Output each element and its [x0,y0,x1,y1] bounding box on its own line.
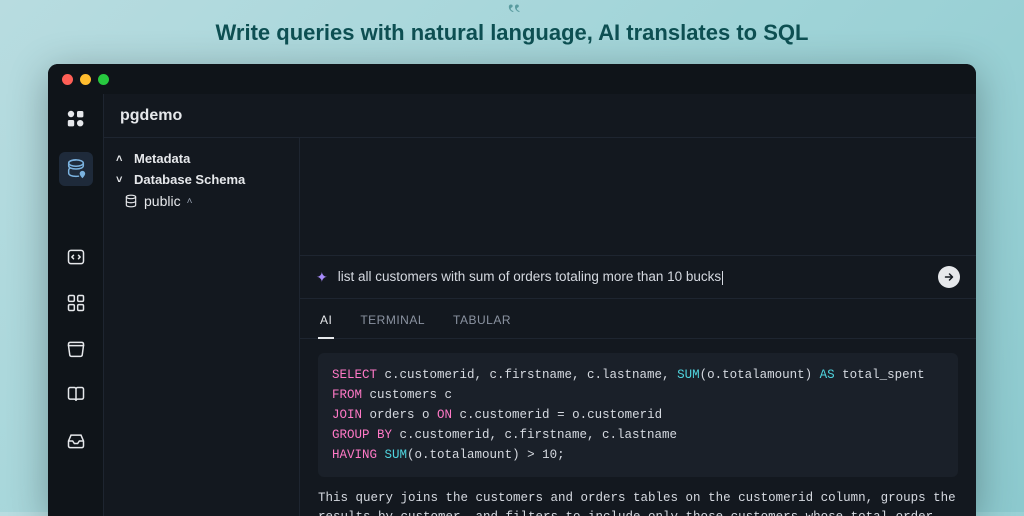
schema-sidebar: ˄ Metadata ˅ Database Schema public ˄ [104,138,300,516]
tree-label: Metadata [134,151,190,166]
tree-metadata[interactable]: ˄ Metadata [104,148,299,169]
logo-icon[interactable] [63,106,89,132]
tree-schema[interactable]: ˅ Database Schema [104,169,299,190]
chevron-down-icon: ˅ [116,174,128,186]
workspace: ✦ list all customers with sum of orders … [300,138,976,516]
result-panel: SELECT c.customerid, c.firstname, c.last… [300,339,976,516]
sparkle-icon: ✦ [316,269,328,286]
maximize-icon[interactable] [98,74,109,85]
tab-terminal[interactable]: TERMINAL [358,307,427,338]
minimize-icon[interactable] [80,74,91,85]
database-icon[interactable] [59,152,93,186]
schema-parent-label: public [144,193,181,209]
inbox-icon[interactable] [63,428,89,454]
close-icon[interactable] [62,74,73,85]
archive-icon[interactable] [63,336,89,362]
prompt-text-value: list all customers with sum of orders to… [338,269,721,284]
tab-ai[interactable]: AI [318,307,334,339]
run-button[interactable] [938,266,960,288]
apps-icon[interactable] [63,290,89,316]
prompt-input[interactable]: list all customers with sum of orders to… [338,269,928,284]
chevron-up-icon: ˄ [187,196,193,207]
tab-tabular[interactable]: TABULAR [451,307,513,338]
tree-label: Database Schema [134,172,245,187]
prompt-bar: ✦ list all customers with sum of orders … [300,256,976,299]
sql-code-block[interactable]: SELECT c.customerid, c.firstname, c.last… [318,353,958,477]
text-cursor [722,271,723,285]
database-small-icon [124,194,138,208]
chevron-up-icon: ˄ [116,153,128,165]
schema-parent[interactable]: public ˄ [104,190,299,212]
result-tabs: AI TERMINAL TABULAR [300,299,976,339]
nav-rail [48,94,104,516]
book-icon[interactable] [63,382,89,408]
quote-icon: ‟ [507,0,516,32]
code-icon[interactable] [63,244,89,270]
titlebar [48,64,976,94]
page-title: pgdemo [104,94,976,138]
editor-placeholder [300,138,976,256]
app-window: pgdemo ˄ Metadata ˅ Database Schema [48,64,976,516]
